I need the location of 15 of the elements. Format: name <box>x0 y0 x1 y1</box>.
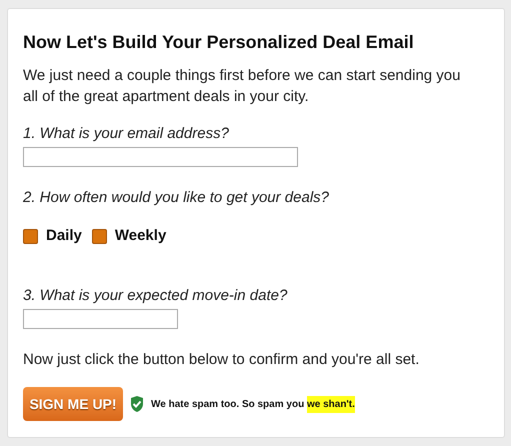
intro-text: We just need a couple things first before we can start sending you all of the great apartment deals in your city. <box>23 66 462 107</box>
question-label: 2. How often would you like to get your deals? <box>23 189 330 207</box>
question-label: 3. What is your expected move-in date? <box>23 287 288 305</box>
input-field[interactable] <box>23 309 178 329</box>
input-field[interactable] <box>23 147 298 167</box>
option-label: Daily <box>46 227 82 245</box>
spam-note: We hate spam too. So spam you we shan't. <box>151 396 355 412</box>
option-label: Weekly <box>114 227 166 245</box>
sign-up-button[interactable]: SIGN ME UP! <box>23 387 123 421</box>
confirm-text: Now just click the button below to confirm and you're all set. <box>23 351 420 369</box>
shield-check-icon <box>129 395 145 413</box>
form-title: Now Let's Build Your Personalized Deal Email <box>23 31 415 53</box>
question-label: 1. What is your email address? <box>23 125 230 143</box>
checkbox[interactable] <box>23 228 38 244</box>
checkbox[interactable] <box>92 228 107 244</box>
